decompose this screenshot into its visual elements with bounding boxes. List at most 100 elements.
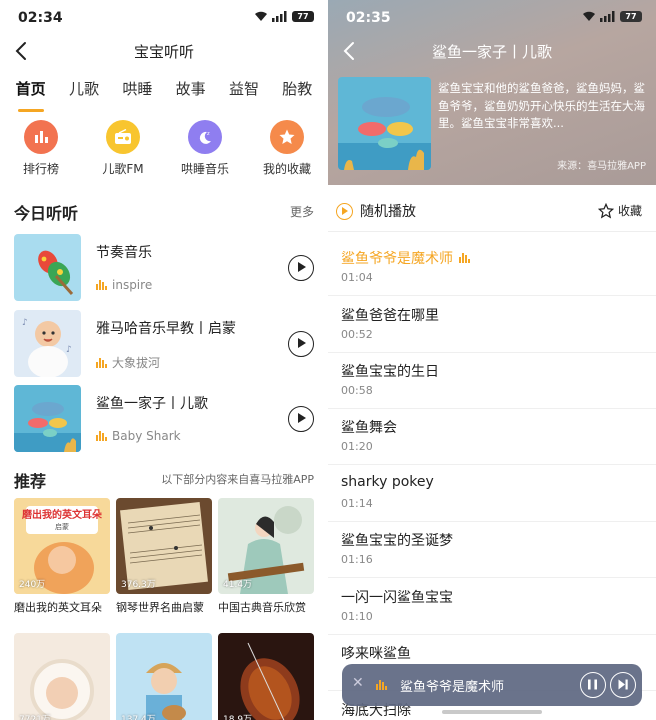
- quick-fm[interactable]: 儿歌FM: [88, 120, 158, 180]
- item-title: 节奏音乐: [96, 245, 152, 261]
- track-duration: 01:10: [341, 610, 373, 623]
- bar-chart-icon: [24, 120, 58, 154]
- play-count: 137.4万: [121, 715, 156, 720]
- tab-stories[interactable]: 故事: [172, 76, 210, 106]
- card-title: 钢琴世界名曲启蒙: [116, 601, 204, 614]
- track-duration: 01:16: [341, 553, 373, 566]
- track-duration: 01:14: [341, 497, 373, 510]
- home-indicator: [442, 710, 542, 714]
- equalizer-icon: [459, 253, 470, 263]
- quick-label: 排行榜: [22, 162, 59, 176]
- tab-sleep[interactable]: 哄睡: [118, 76, 156, 106]
- nav-bar: 鲨鱼一家子丨儿歌: [328, 36, 656, 66]
- list-item[interactable]: 鲨鱼一家子丨儿歌 Baby Shark: [14, 385, 314, 453]
- track-item[interactable]: 鲨鱼宝宝的圣诞梦 01:16: [328, 522, 656, 578]
- list-toolbar: 随机播放 收藏: [328, 190, 656, 232]
- star-icon: [270, 120, 304, 154]
- list-item[interactable]: 节奏音乐 inspire: [14, 234, 314, 302]
- tab-puzzle[interactable]: 益智: [225, 76, 263, 106]
- status-icons: 77: [582, 11, 642, 22]
- track-duration: 00:58: [341, 384, 373, 397]
- album-description: 鲨鱼宝宝和他的鲨鱼爸爸，鲨鱼妈妈，鲨鱼爷爷，鲨鱼奶奶开心快乐的生活在大海里。鲨鱼…: [438, 81, 645, 130]
- page-title: 宝宝听听: [133, 43, 194, 61]
- play-count: 376.3万: [121, 580, 156, 590]
- album-detail-screen: 02:35 77 鲨鱼一家子丨儿歌 鲨鱼宝宝和他的鲨鱼爸爸，鲨鱼妈妈，鲨鱼爷爷，…: [328, 0, 656, 720]
- wifi-icon: [255, 11, 267, 21]
- now-playing-title: 鲨鱼爷爷是魔术师: [400, 680, 505, 695]
- card-cover: 137.4万: [116, 633, 212, 720]
- back-arrow-icon[interactable]: [338, 38, 362, 64]
- pause-button[interactable]: [580, 672, 606, 698]
- equalizer-icon: [96, 280, 107, 290]
- card-title: 中国古典音乐欣赏: [218, 601, 306, 614]
- track-name: sharky pokey: [341, 474, 434, 490]
- category-tabs: 首页 儿歌 哄睡 故事 益智 胎教: [0, 76, 328, 112]
- close-icon[interactable]: ✕: [352, 675, 364, 691]
- back-arrow-icon[interactable]: [10, 38, 34, 64]
- track-item[interactable]: 鲨鱼爷爷是魔术师 01:04: [328, 240, 656, 296]
- more-link[interactable]: 更多: [290, 203, 314, 220]
- album-cover: ♪ ♪: [14, 310, 81, 377]
- recommend-card[interactable]: 7721万: [14, 633, 110, 720]
- shuffle-label: 随机播放: [360, 204, 416, 220]
- play-button[interactable]: [288, 406, 314, 432]
- status-bar: 02:34 77: [0, 0, 328, 36]
- recommend-grid-row2: 7721万 137.4万 18.9万: [14, 633, 314, 720]
- status-time: 02:35: [346, 10, 391, 26]
- star-outline-icon: [597, 202, 614, 218]
- track-item[interactable]: 鲨鱼宝宝的生日 00:58: [328, 353, 656, 409]
- item-title: 鲨鱼一家子丨儿歌: [96, 396, 208, 412]
- track-name: 鲨鱼舞会: [341, 420, 397, 436]
- track-item[interactable]: 鲨鱼舞会 01:20: [328, 409, 656, 465]
- svg-text:z: z: [207, 131, 210, 137]
- card-cover: 41.4万: [218, 498, 314, 594]
- quick-entries: 排行榜 儿歌FM z 哄睡音乐 我的收藏: [0, 120, 328, 180]
- list-item[interactable]: ♪ ♪ 雅马哈音乐早教丨启蒙 大象拔河: [14, 310, 314, 378]
- recommend-card[interactable]: 137.4万: [116, 633, 212, 720]
- recommend-card[interactable]: 磨出我的英文耳朵 启蒙 240万 磨出我的英文耳朵: [14, 498, 110, 615]
- track-duration: 01:20: [341, 440, 373, 453]
- card-cover: 磨出我的英文耳朵 启蒙 240万: [14, 498, 110, 594]
- play-count: 41.4万: [223, 580, 253, 590]
- cover-text: 磨出我的英文耳朵: [21, 508, 102, 521]
- tab-home[interactable]: 首页: [12, 76, 50, 112]
- track-item[interactable]: 鲨鱼爸爸在哪里 00:52: [328, 297, 656, 353]
- album-cover: [14, 385, 81, 452]
- signal-icon: [272, 11, 287, 22]
- battery-icon: 77: [620, 11, 642, 22]
- item-artist: 大象拔河: [112, 356, 161, 370]
- mini-player[interactable]: ✕ 鲨鱼爷爷是魔术师: [342, 664, 642, 706]
- status-time: 02:34: [18, 10, 63, 26]
- equalizer-icon: [96, 357, 107, 368]
- quick-favorites[interactable]: 我的收藏: [252, 120, 322, 180]
- quick-ranking[interactable]: 排行榜: [6, 120, 76, 180]
- tab-prenatal[interactable]: 胎教: [278, 76, 316, 106]
- recommend-card[interactable]: 41.4万 中国古典音乐欣赏: [218, 498, 314, 615]
- track-name: 哆来咪鲨鱼: [341, 646, 411, 662]
- tab-songs[interactable]: 儿歌: [65, 76, 103, 106]
- quick-sleep[interactable]: z 哄睡音乐: [170, 120, 240, 180]
- quick-label: 我的收藏: [262, 162, 311, 176]
- svg-text:♪: ♪: [66, 345, 72, 355]
- track-name: 鲨鱼宝宝的生日: [341, 364, 439, 380]
- item-subtitle: 大象拔河: [96, 354, 160, 371]
- recommend-card[interactable]: 18.9万: [218, 633, 314, 720]
- track-item[interactable]: sharky pokey 01:14: [328, 466, 656, 522]
- next-button[interactable]: [610, 672, 636, 698]
- track-name: 鲨鱼爸爸在哪里: [341, 308, 439, 324]
- play-circle-icon: [336, 202, 353, 220]
- shuffle-play-button[interactable]: 随机播放: [336, 201, 416, 221]
- quick-label: 儿歌FM: [102, 162, 144, 176]
- play-button[interactable]: [288, 255, 314, 281]
- section-title: 今日听听: [14, 204, 79, 223]
- play-count: 18.9万: [223, 715, 253, 720]
- recommend-card[interactable]: 376.3万 钢琴世界名曲启蒙: [116, 498, 212, 615]
- svg-text:♪: ♪: [22, 318, 28, 328]
- play-button[interactable]: [288, 331, 314, 357]
- favorite-button[interactable]: 收藏: [597, 202, 642, 219]
- track-item[interactable]: 一闪一闪鲨鱼宝宝 01:10: [328, 579, 656, 635]
- status-bar: 02:35 77: [328, 0, 656, 36]
- nav-bar: 宝宝听听: [0, 36, 328, 66]
- pause-icon: [588, 679, 597, 690]
- quick-label: 哄睡音乐: [180, 162, 229, 176]
